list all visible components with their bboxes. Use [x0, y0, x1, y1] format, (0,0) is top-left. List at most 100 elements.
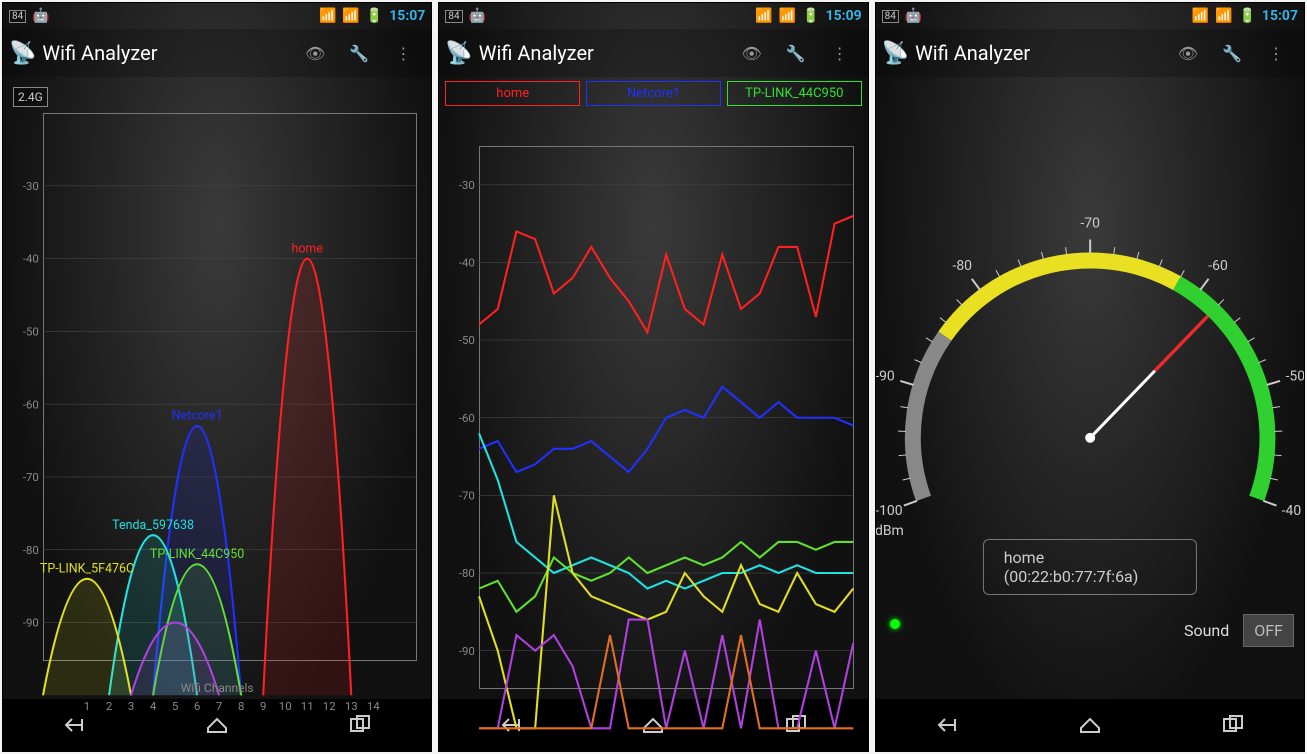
recents-button[interactable]	[1215, 713, 1251, 737]
svg-text:-80: -80	[459, 566, 475, 580]
svg-text:home: home	[291, 241, 323, 256]
wrench-icon[interactable]: 🔧	[337, 44, 381, 63]
svg-text:12: 12	[323, 699, 336, 713]
wrench-icon[interactable]: 🔧	[1210, 44, 1254, 63]
svg-text:-30: -30	[23, 179, 39, 193]
svg-text:-90: -90	[876, 368, 895, 384]
sound-toggle[interactable]: OFF	[1243, 614, 1294, 647]
wifi-icon: 📶	[755, 8, 772, 24]
sound-label: Sound	[1184, 621, 1229, 640]
eye-icon[interactable]: 👁	[293, 44, 337, 63]
clock: 15:07	[1262, 8, 1298, 24]
svg-text:TP-LINK_44C950: TP-LINK_44C950	[150, 547, 244, 562]
svg-text:1: 1	[84, 699, 90, 713]
svg-text:7: 7	[216, 699, 222, 713]
svg-text:-80: -80	[952, 258, 972, 274]
svg-text:-50: -50	[1285, 368, 1304, 384]
svg-text:3: 3	[128, 699, 134, 713]
battery-icon: 🔋	[366, 8, 383, 24]
channel-chart: 2.4G Signal Strength [dBm] -30-40-50-60-…	[9, 83, 425, 693]
svg-text:-60: -60	[459, 411, 475, 425]
phone-channel-graph: 84 🤖 📶 📶 🔋 15:07 📡 Wifi Analyzer 👁 🔧 ⋮ 2…	[2, 2, 432, 752]
svg-text:Netcore1: Netcore1	[172, 409, 223, 424]
ssid-button[interactable]: home (00:22:b0:77:7f:6a)	[983, 539, 1197, 595]
svg-text:6: 6	[194, 699, 200, 713]
band-badge[interactable]: 2.4G	[13, 87, 48, 107]
eye-icon[interactable]: 👁	[1166, 44, 1210, 63]
legend-chip[interactable]: home	[445, 81, 580, 106]
svg-text:-90: -90	[23, 616, 39, 630]
status-bar: 84 🤖 📶 📶 🔋 15:07	[3, 3, 431, 29]
svg-text:-30: -30	[459, 178, 475, 192]
svg-text:-50: -50	[459, 333, 475, 347]
svg-text:11: 11	[301, 699, 314, 713]
app-bar: 📡 Wifi Analyzer 👁 🔧 ⋮	[3, 29, 431, 77]
svg-text:-50: -50	[23, 325, 39, 339]
legend-chip[interactable]: TP-LINK_44C950	[727, 81, 862, 106]
app-bar: 📡 Wifi Analyzer 👁 🔧 ⋮	[876, 29, 1304, 77]
app-title: Wifi Analyzer	[42, 41, 293, 65]
svg-text:TP-LINK_5F476C: TP-LINK_5F476C	[40, 562, 134, 577]
legend-chip[interactable]: Netcore1	[586, 81, 721, 106]
status-dot	[890, 619, 900, 629]
back-button[interactable]	[56, 713, 92, 737]
legend: homeNetcore1TP-LINK_44C950	[439, 77, 867, 110]
svg-text:5: 5	[172, 699, 178, 713]
signal-icon: 📶	[1215, 8, 1232, 24]
battery-badge: 84	[882, 10, 899, 23]
clock: 15:09	[826, 8, 862, 24]
eye-icon[interactable]: 👁	[730, 44, 774, 63]
battery-badge: 84	[9, 10, 26, 23]
svg-text:-70: -70	[1080, 216, 1100, 232]
svg-text:13: 13	[345, 699, 358, 713]
signal-icon: 📶	[342, 8, 359, 24]
svg-text:-70: -70	[459, 489, 475, 503]
status-bar: 84 🤖 📶 📶 🔋 15:09	[439, 3, 867, 29]
svg-text:dBm: dBm	[876, 523, 904, 539]
overflow-icon[interactable]: ⋮	[381, 44, 425, 63]
svg-text:2: 2	[106, 699, 112, 713]
android-icon: 🤖	[469, 8, 486, 24]
x-axis-label: Wifi Channels	[9, 681, 425, 695]
svg-text:-100: -100	[876, 503, 903, 519]
recents-button[interactable]	[342, 713, 378, 737]
overflow-icon[interactable]: ⋮	[818, 44, 862, 63]
svg-text:-70: -70	[23, 470, 39, 484]
svg-text:-90: -90	[459, 644, 475, 658]
svg-text:-80: -80	[23, 543, 39, 557]
svg-text:-60: -60	[23, 397, 39, 411]
app-icon: 📡	[445, 41, 472, 66]
svg-text:-40: -40	[23, 252, 39, 266]
clock: 15:07	[389, 8, 425, 24]
android-icon: 🤖	[905, 8, 922, 24]
svg-text:-40: -40	[1281, 503, 1301, 519]
app-title: Wifi Analyzer	[915, 41, 1166, 65]
home-button[interactable]	[1072, 713, 1108, 737]
signal-icon: 📶	[779, 8, 796, 24]
svg-text:4: 4	[150, 699, 157, 713]
battery-icon: 🔋	[1238, 8, 1255, 24]
meter-area: -100 -90 -80 -70 -60 -50 -40 dBm home (00:22:b0…	[876, 77, 1304, 699]
time-chart: Signal Strength [dBm] -30-40-50-60-70-80…	[445, 116, 861, 693]
back-button[interactable]	[929, 713, 965, 737]
app-icon: 📡	[882, 41, 909, 66]
wifi-icon: 📶	[319, 8, 336, 24]
overflow-icon[interactable]: ⋮	[1254, 44, 1298, 63]
wifi-icon: 📶	[1192, 8, 1209, 24]
svg-text:10: 10	[279, 699, 292, 713]
phone-time-graph: 84 🤖 📶 📶 🔋 15:09 📡 Wifi Analyzer 👁 🔧 ⋮ h…	[438, 2, 868, 752]
svg-text:8: 8	[238, 699, 244, 713]
app-bar: 📡 Wifi Analyzer 👁 🔧 ⋮	[439, 29, 867, 77]
phone-signal-meter: 84 🤖 📶 📶 🔋 15:07 📡 Wifi Analyzer 👁 🔧 ⋮ -…	[875, 2, 1305, 752]
nav-bar	[876, 699, 1304, 751]
svg-text:Tenda_597638: Tenda_597638	[112, 518, 194, 533]
app-title: Wifi Analyzer	[479, 41, 730, 65]
svg-text:9: 9	[260, 699, 266, 713]
home-button[interactable]	[199, 713, 235, 737]
battery-badge: 84	[445, 10, 462, 23]
android-icon: 🤖	[32, 8, 49, 24]
app-icon: 📡	[9, 41, 36, 66]
svg-text:-60: -60	[1208, 258, 1228, 274]
wrench-icon[interactable]: 🔧	[774, 44, 818, 63]
battery-icon: 🔋	[802, 8, 819, 24]
